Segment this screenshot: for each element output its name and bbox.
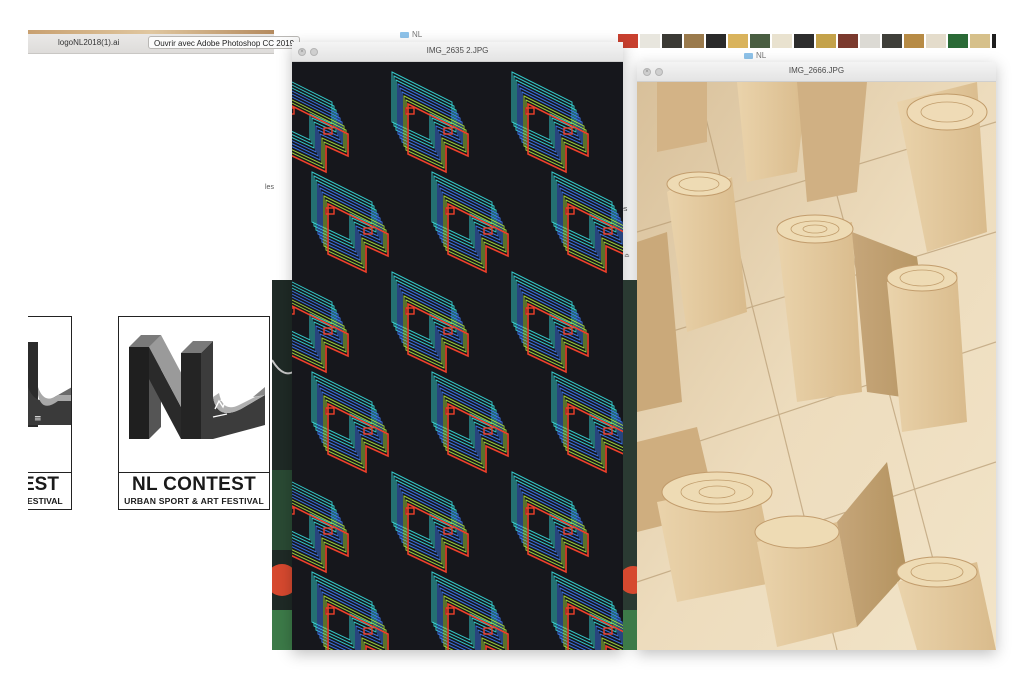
thumbnail[interactable] [728,34,748,48]
folder-label: NL [400,30,422,39]
file-name: logoNL2018(1).ai [58,38,120,47]
logo-n-mark [129,335,265,439]
folder-icon [400,31,409,38]
logo-preview: NL CONTEST URBAN SPORT & ART FESTIVAL [118,316,270,510]
thumbnail[interactable] [838,34,858,48]
logo-n-mark-partial: ≡ [28,342,71,427]
thumbnail[interactable] [926,34,946,48]
thumbnail[interactable] [794,34,814,48]
logo-preview-partial: ≡ EST ESTIVAL [28,316,72,510]
svg-text:≡: ≡ [34,414,42,424]
thumbnail[interactable] [992,34,996,48]
folder-icon [744,52,753,59]
thumbnail[interactable] [772,34,792,48]
logo-divider [119,472,269,473]
window-title: IMG_2666.JPG [788,66,845,75]
thumbnail[interactable] [750,34,770,48]
preview-window-slicer[interactable]: × IMG_2635 2.JPG [292,42,623,650]
thumbnail[interactable] [970,34,990,48]
logo-subtitle-partial: ESTIVAL [28,496,63,506]
thumbnail[interactable] [684,34,704,48]
thumbnail[interactable] [706,34,726,48]
thumbnail[interactable] [662,34,682,48]
logo-subtitle: URBAN SPORT & ART FESTIVAL [124,496,264,506]
logo-title: NL CONTEST [131,474,257,495]
thumbnail[interactable] [948,34,968,48]
peek-label: ≏ [624,253,630,260]
peek-label: les [265,184,274,191]
thumbnail[interactable] [860,34,880,48]
desktop: logoNL2018(1).ai Ouvrir avec Adobe Photo… [0,0,1024,678]
thumbnail[interactable] [640,34,660,48]
wooden-letters-photo [637,82,996,650]
open-with-button[interactable]: Ouvrir avec Adobe Photoshop CC 2019 [148,36,301,49]
thumbnail[interactable] [904,34,924,48]
folder-label: NL [744,51,766,60]
folder-name: NL [756,51,767,60]
logo-title-partial: EST [28,474,59,495]
window-titlebar[interactable]: × IMG_2635 2.JPG [292,42,623,62]
thumbnail-strip [618,34,996,48]
preview-window-wood[interactable]: × IMG_2666.JPG [637,62,996,650]
slicer-toolpath-image [292,62,623,650]
thumbnail[interactable] [882,34,902,48]
window-titlebar[interactable]: × IMG_2666.JPG [637,62,996,82]
thumbnail[interactable] [816,34,836,48]
finder-preview-bar: logoNL2018(1).ai Ouvrir avec Adobe Photo… [28,30,301,54]
thumbnail-band [28,30,274,34]
background-poster [623,280,637,650]
logo-divider [28,472,71,473]
folder-name: NL [412,30,423,39]
window-title: IMG_2635 2.JPG [426,46,489,55]
